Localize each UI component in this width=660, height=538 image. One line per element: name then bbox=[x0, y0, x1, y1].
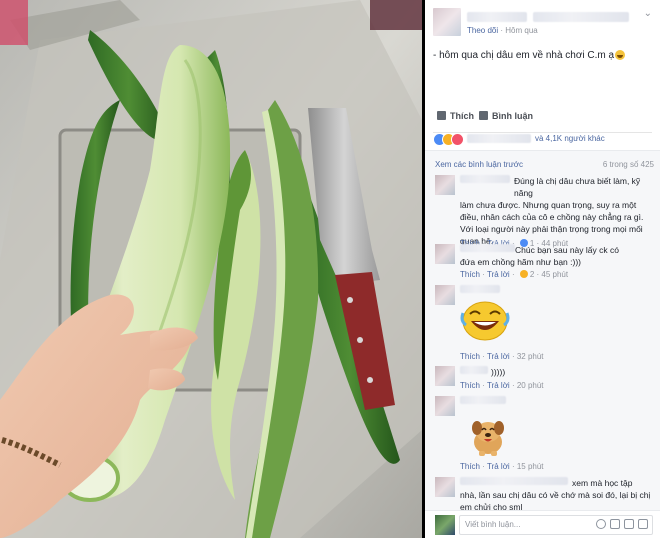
comment-input[interactable]: Viết bình luận... bbox=[459, 515, 653, 535]
emoji-icon[interactable] bbox=[596, 519, 606, 529]
photo-illustration bbox=[0, 0, 422, 538]
commenter-avatar[interactable] bbox=[435, 366, 455, 386]
chevron-down-icon[interactable]: ⌄ bbox=[644, 8, 652, 19]
post-time[interactable]: Hôm qua bbox=[505, 26, 537, 35]
commenter-avatar[interactable] bbox=[435, 396, 455, 416]
comment-time[interactable]: 20 phút bbox=[517, 381, 544, 390]
reaction-summary[interactable]: và 4,1K người khác bbox=[433, 133, 652, 147]
commenter-avatar[interactable] bbox=[435, 285, 455, 305]
comment-line: nhà, lần sau chị dâu có về chớ mà soi đó… bbox=[460, 490, 651, 500]
reactor-names-redacted bbox=[467, 134, 531, 143]
comment-reply-link[interactable]: Trả lời bbox=[487, 270, 510, 279]
comment-reply-link[interactable]: Trả lời bbox=[487, 462, 510, 471]
caption-text: - hôm qua chị dâu em về nhà chơi C.m ạ bbox=[433, 50, 615, 61]
comment-line: Chúc bạn sau này lấy ck có bbox=[515, 245, 619, 255]
post-caption: - hôm qua chị dâu em về nhà chơi C.m ạ bbox=[433, 50, 626, 61]
comment-button[interactable]: Bình luận bbox=[479, 111, 533, 121]
comment-reply-link[interactable]: Trả lời bbox=[487, 381, 510, 390]
camera-icon[interactable] bbox=[610, 519, 620, 529]
current-user-avatar[interactable] bbox=[435, 515, 455, 535]
smile-emoji-icon bbox=[615, 50, 626, 61]
gif-icon[interactable] bbox=[624, 519, 634, 529]
comment-line: Đúng là chị dâu chưa biết làm, kỹ năng bbox=[514, 176, 641, 198]
comment-like-link[interactable]: Thích bbox=[460, 270, 480, 279]
comment-like-link[interactable]: Thích bbox=[460, 352, 480, 361]
comment-composer: Viết bình luận... bbox=[425, 510, 660, 538]
commenter-avatar[interactable] bbox=[435, 175, 455, 195]
comment-line: xem mà học tập bbox=[572, 478, 633, 488]
laughing-sticker bbox=[460, 301, 510, 341]
comment-label: Bình luận bbox=[492, 111, 533, 121]
comment-line: đứa em chồng hãm như bạn :))) bbox=[460, 257, 581, 267]
haha-reaction-icon bbox=[519, 270, 528, 278]
love-reaction-icon bbox=[451, 133, 464, 146]
post-sidebar: Theo dõi · Hôm qua ⌄ - hôm qua chị dâu e… bbox=[425, 0, 660, 538]
comment-actions: Thích · Trả lời · 2 · 45 phút bbox=[460, 270, 569, 279]
comment-reply-link[interactable]: Trả lời bbox=[487, 352, 510, 361]
post-meta: Theo dõi · Hôm qua bbox=[467, 26, 538, 35]
comment-time[interactable]: 15 phút bbox=[517, 462, 544, 471]
comment-text: Đúng là chị dâu chưa biết làm, kỹ năng l… bbox=[460, 175, 660, 247]
comment-like-link[interactable]: Thích bbox=[460, 381, 480, 390]
comment-like-count: 2 bbox=[529, 270, 535, 279]
commenter-avatar[interactable] bbox=[435, 477, 455, 497]
comment-time[interactable]: 32 phút bbox=[517, 352, 544, 361]
shared-name-redacted[interactable] bbox=[533, 12, 629, 22]
post-photo[interactable] bbox=[0, 0, 422, 538]
comment-actions: Thích · Trả lời · 15 phút bbox=[460, 462, 544, 471]
comment-like-link[interactable]: Thích bbox=[460, 462, 480, 471]
comment-line: làm chưa được. Nhưng quan trọng, suy ra … bbox=[460, 200, 637, 210]
comments-thread: Xem các bình luận trước 6 trong số 425 Đ… bbox=[425, 150, 660, 513]
reaction-count[interactable]: và 4,1K người khác bbox=[535, 134, 605, 143]
commenter-avatar[interactable] bbox=[435, 244, 455, 264]
comment-text: Chúc bạn sau này lấy ck có đứa em chồng … bbox=[460, 244, 660, 268]
comment-line: ))))) bbox=[491, 367, 506, 377]
post-header: Theo dõi · Hôm qua ⌄ bbox=[433, 8, 652, 38]
comment-line: Với loại người này phải thận trọng trong… bbox=[460, 224, 643, 234]
sticker-icon[interactable] bbox=[638, 519, 648, 529]
follow-link[interactable]: Theo dõi bbox=[467, 26, 498, 35]
commenter-name-redacted[interactable] bbox=[460, 396, 506, 404]
comment-actions: Thích · Trả lời · 20 phút bbox=[460, 381, 544, 390]
like-label: Thích bbox=[450, 111, 474, 121]
comment-icon bbox=[479, 111, 488, 120]
view-previous-comments[interactable]: Xem các bình luận trước bbox=[435, 160, 523, 169]
like-icon bbox=[437, 111, 446, 120]
comment-text: ))))) bbox=[491, 366, 505, 378]
comment-actions: Thích · Trả lời · 32 phút bbox=[460, 352, 544, 361]
comments-pager: 6 trong số 425 bbox=[602, 160, 654, 169]
author-name-redacted[interactable] bbox=[467, 12, 527, 22]
puppy-sticker bbox=[472, 421, 504, 456]
comment-input-placeholder: Viết bình luận... bbox=[465, 520, 521, 529]
composer-icons bbox=[592, 519, 648, 531]
like-button[interactable]: Thích bbox=[437, 111, 474, 121]
comment-time[interactable]: 45 phút bbox=[541, 270, 568, 279]
post-actions: Thích Bình luận bbox=[433, 108, 652, 133]
author-avatar[interactable] bbox=[433, 8, 461, 36]
commenter-name-redacted[interactable] bbox=[460, 285, 500, 293]
comment-text: xem mà học tập nhà, lần sau chị dâu có v… bbox=[460, 477, 660, 513]
commenter-name-redacted[interactable] bbox=[460, 366, 488, 374]
comment-line: điều, nhân cách của cô e chồng này chẳng… bbox=[460, 212, 644, 222]
